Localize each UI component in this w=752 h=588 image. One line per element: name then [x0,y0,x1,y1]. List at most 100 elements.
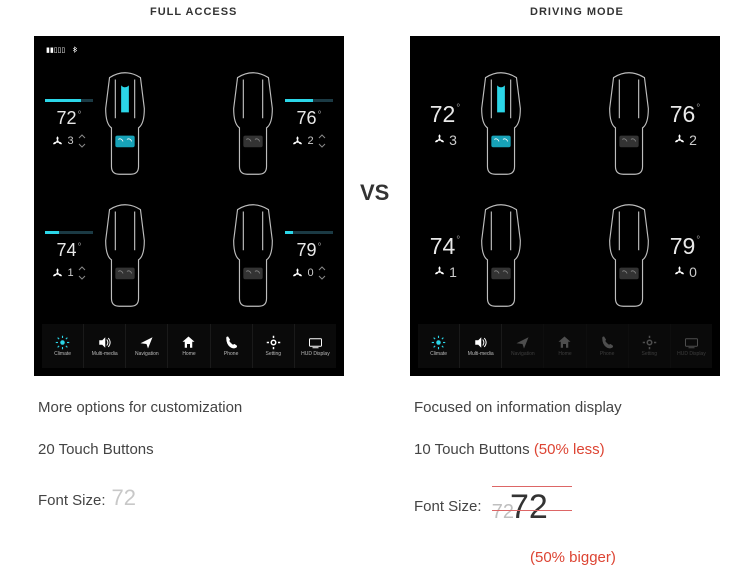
nav-label: Multi-media [468,351,494,357]
fan-icon [291,135,304,148]
nav-navi[interactable]: Navigation [126,324,168,368]
chevron-down-icon[interactable] [77,142,87,150]
fan-stepper-rl[interactable] [77,265,87,282]
temp-value-rl[interactable]: 74° [56,240,81,261]
phone-icon [600,335,615,350]
seat-icon-fl[interactable] [96,68,154,180]
zone-info-fr: 76° 2 [282,99,336,150]
zone-front-left-d: 72° 3 [418,60,563,188]
temp-value-rr[interactable]: 79° [296,240,321,261]
nav-setting: Setting [629,324,671,368]
nav-hud[interactable]: HUD Display [295,324,336,368]
chevron-down-icon[interactable] [317,142,327,150]
chevron-up-icon[interactable] [317,133,327,141]
zone-rear-left: 74° 1 [42,192,187,320]
zone-front-right-d: 76° 2 [567,60,712,188]
fan-value-fl: 3 [67,135,73,147]
nav-climate[interactable]: Climate [42,324,84,368]
fan-stepper-fl[interactable] [77,133,87,150]
fan-value-rl: 1 [67,267,73,279]
fan-icon [291,267,304,280]
nav-label: Setting [265,351,281,357]
seat-icon-fr-d[interactable] [600,68,658,180]
fan-icon [51,135,64,148]
temp-num: 76 [670,101,696,128]
fan-stepper-fr[interactable] [317,133,327,150]
seat-icon-rl-d[interactable] [472,200,530,312]
zone-info-rl: 74° 1 [42,231,96,282]
home-icon [181,335,196,350]
fan-value-rr-d: 0 [689,264,697,280]
nav-label: Setting [641,351,657,357]
temp-bar-rr[interactable] [285,231,333,234]
nav-label: Phone [600,351,614,357]
nav-setting[interactable]: Setting [253,324,295,368]
note-left-2: 20 Touch Buttons [38,438,338,462]
fan-icon [673,133,686,146]
signal-icon: ▮▮▯▯▯ [46,46,65,54]
degree-symbol: ° [78,242,82,253]
chevron-down-icon[interactable] [77,274,87,282]
nav-label: Home [558,351,571,357]
zone-info-fl: 72° 3 [42,99,96,150]
phone-icon [224,335,239,350]
nav-home[interactable]: Home [168,324,210,368]
navbar-driving: ClimateMulti-mediaNavigationHomePhoneSet… [418,324,712,368]
zone-rear-right: 79° 0 [191,192,336,320]
degree-symbol: ° [456,235,460,246]
sound-icon [97,335,112,350]
temp-value-rr-d[interactable]: 79° [670,233,701,260]
fan-stepper-rr[interactable] [317,265,327,282]
temp-bar-rl[interactable] [45,231,93,234]
fan-value-rr: 0 [307,267,313,279]
fan-value-fr-d: 2 [689,132,697,148]
note-right-1: Focused on information display [414,396,724,420]
gear-icon [266,335,281,350]
temp-num: 74 [56,240,76,261]
zone-info-rr-d: 79° 0 [658,233,712,280]
temp-bar-fr[interactable] [285,99,333,102]
nav-icon [515,335,530,350]
degree-symbol: ° [318,242,322,253]
nav-media[interactable]: Multi-media [84,324,126,368]
fan-row-fl-d[interactable]: 3 [433,132,457,148]
zone-rear-left-d: 74° 1 [418,192,563,320]
temp-value-rl-d[interactable]: 74° [430,233,461,260]
nav-climate[interactable]: Climate [418,324,460,368]
degree-symbol: ° [696,235,700,246]
hud-icon [684,335,699,350]
note-right-font: Font Size: 7272 [414,480,724,534]
chevron-up-icon[interactable] [77,265,87,273]
degree-symbol: ° [456,103,460,114]
temp-value-fr[interactable]: 76° [296,108,321,129]
panel-full-access: ▮▮▯▯▯ 72° 3 [34,36,344,376]
chevron-up-icon[interactable] [77,133,87,141]
note-left-1: More options for customization [38,396,338,420]
nav-label: Multi-media [92,351,118,357]
seat-icon-rr[interactable] [224,200,282,312]
temp-value-fl-d[interactable]: 72° [430,101,461,128]
fan-row-rl-d[interactable]: 1 [433,264,457,280]
home-icon [557,335,572,350]
chevron-up-icon[interactable] [317,265,327,273]
bluetooth-icon [71,46,78,55]
font-demo-72: 72 [112,485,136,510]
seat-icon-fr[interactable] [224,68,282,180]
font-demo-big: 72 [510,488,548,526]
temp-bar-fl[interactable] [45,99,93,102]
nav-phone[interactable]: Phone [211,324,253,368]
degree-symbol: ° [78,110,82,121]
seat-icon-fl-d[interactable] [472,68,530,180]
nav-media[interactable]: Multi-media [460,324,502,368]
seat-icon-rr-d[interactable] [600,200,658,312]
fan-row-fr-d[interactable]: 2 [673,132,697,148]
header-driving-mode: DRIVING MODE [530,6,624,18]
seat-icon-rl[interactable] [96,200,154,312]
fan-row-fr: 2 [291,133,326,150]
chevron-down-icon[interactable] [317,274,327,282]
font-label: Font Size: [38,492,106,509]
temp-value-fr-d[interactable]: 76° [670,101,701,128]
fan-row-rr-d[interactable]: 0 [673,264,697,280]
degree-symbol: ° [696,103,700,114]
temp-value-fl[interactable]: 72° [56,108,81,129]
